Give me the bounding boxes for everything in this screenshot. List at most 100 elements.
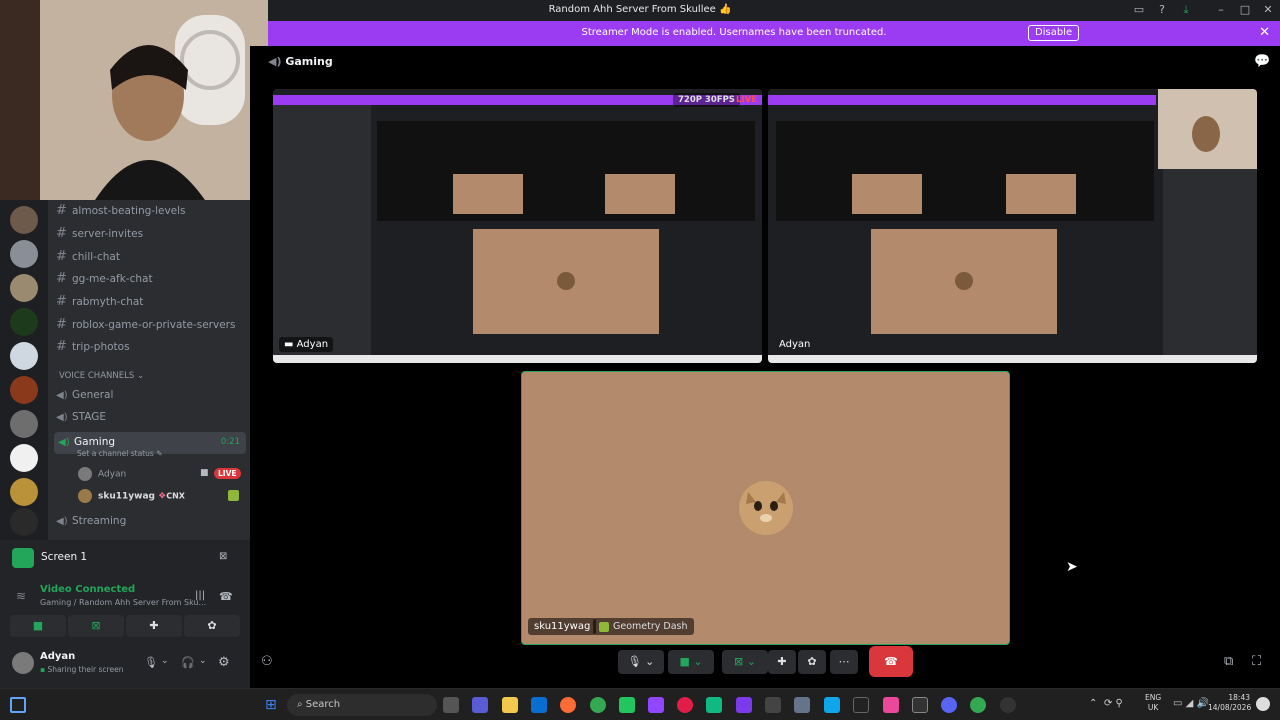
app-icon[interactable] [794,697,810,713]
server-icon[interactable] [10,508,38,536]
chat-icon[interactable]: 💬 [1254,54,1270,69]
inbox-icon[interactable]: ▭ [1130,2,1148,18]
app-icon[interactable] [706,697,722,713]
chrome-icon[interactable] [590,697,606,713]
task-view-icon[interactable] [443,697,459,713]
channel-trip-photos[interactable]: # trip-photos [56,339,130,359]
channel-gg-me-afk-chat[interactable]: # gg-me-afk-chat [56,271,153,291]
app-icon[interactable] [912,697,928,713]
chevron-down-icon: ⌄ [136,371,145,381]
app-icon[interactable] [765,697,781,713]
voice-member-sku11ywag[interactable]: sku11ywag ❖CNX [78,489,185,503]
server-icon[interactable] [10,206,38,234]
chrome-icon[interactable] [970,697,986,713]
channel-status-prompt[interactable]: Set a channel status ✎ [77,449,162,458]
server-icon[interactable] [10,308,38,336]
soundboard-icon: ✿ [807,655,817,668]
activities-button[interactable]: ✚ [126,615,182,637]
firefox-icon[interactable] [560,697,576,713]
channel-rabmyth-chat[interactable]: # rabmyth-chat [56,294,143,314]
stop-share-icon[interactable]: ⊠ [219,551,227,562]
server-icon[interactable] [10,478,38,506]
maximize-icon[interactable]: □ [1236,2,1254,18]
language-indicator[interactable]: ENG UK [1145,693,1161,713]
app-icon[interactable] [1000,697,1016,713]
help-icon[interactable]: ? [1153,2,1171,18]
windows-taskbar: ⊞ ⌕ Search ⌃ ⟳ ⚲ ENG UK ▭ ◢ 🔊 18:43 14/08/… [0,688,1280,720]
chevron-down-icon[interactable]: ⌄ [161,656,169,666]
app-icon[interactable] [619,697,635,713]
server-icon[interactable] [10,376,38,404]
windows-start-icon[interactable]: ⊞ [265,697,277,713]
app-icon[interactable] [824,697,840,713]
user-status: ▪ Sharing their screen [40,665,124,674]
voice-channel-streaming[interactable]: ◀) Streaming [56,515,126,527]
channel-chill-chat[interactable]: # chill-chat [56,249,120,269]
file-explorer-icon[interactable] [502,697,518,713]
more-control[interactable]: ⋯ [830,650,858,674]
tray-chevron-icon[interactable]: ⌃ [1089,698,1097,709]
app-icon[interactable] [853,697,869,713]
banner-message: Streamer Mode is enabled. Usernames have… [581,27,887,38]
taskbar-search[interactable]: ⌕ Search [287,694,437,716]
more-icon: ⋯ [838,655,850,668]
screen-share-control[interactable]: ⊠ ⌄ [722,650,768,674]
voice-member-adyan[interactable]: Adyan [78,467,126,481]
voice-channel-general[interactable]: ◀) General [56,389,113,401]
connection-location[interactable]: Gaming / Random Ahh Server From Sku... [40,598,206,607]
widgets-icon[interactable] [10,697,26,713]
teams-icon[interactable] [472,697,488,713]
store-icon[interactable] [531,697,547,713]
close-window-icon[interactable]: ✕ [1259,2,1277,18]
voice-channel-stage[interactable]: ◀) STAGE [56,411,106,423]
gear-icon[interactable]: ⚙ [218,655,230,670]
noise-icon[interactable]: ||| [195,590,205,601]
user-panel: Screen 1 ⊠ ≋ Video Connected Gaming / Ra… [0,540,250,688]
camera-control[interactable]: ■ ⌄ [668,650,714,674]
disable-button[interactable]: Disable [1028,25,1080,41]
mic-icon[interactable]: 🎙 [144,656,158,669]
server-icon[interactable] [10,240,38,268]
discord-icon[interactable] [941,697,957,713]
channel-roblox-game-or-private-servers[interactable]: # roblox-game-or-private-servers [56,317,235,337]
app-icon[interactable] [736,697,752,713]
tray-icons[interactable]: ⟳ ⚲ [1104,698,1123,709]
soundboard-control[interactable]: ✿ [798,650,826,674]
camera-icon: ■ ⌄ [679,655,703,668]
server-icon[interactable] [10,342,38,370]
headphones-icon[interactable]: 🎧 [181,656,195,669]
mic-control[interactable]: 🎙 ⌄ [618,650,664,674]
avatar [78,489,92,503]
server-icon[interactable] [10,274,38,302]
stream-tile-2[interactable]: Adyan [768,89,1257,363]
voice-channels-header[interactable]: VOICE CHANNELS ⌄ [59,371,144,381]
popout-icon[interactable]: ⧉ [1224,654,1233,669]
channel-server-invites[interactable]: # server-invites [56,226,143,246]
camera-button[interactable]: ■ [10,615,66,637]
chevron-down-icon[interactable]: ⌄ [199,656,207,666]
invite-people-icon[interactable]: ⚇ [261,654,273,669]
server-icon[interactable] [10,444,38,472]
channel-almost-beating-levels[interactable]: # almost-beating-levels [56,203,186,223]
channel-header: ◀) Gaming [268,55,333,68]
network-volume-icons[interactable]: ▭ ◢ 🔊 [1173,698,1209,709]
main-participant-tile[interactable]: sku11ywag Geometry Dash [521,371,1010,645]
avatar[interactable] [12,652,34,674]
share-screen-button[interactable]: ⊠ [68,615,124,637]
app-icon[interactable] [883,697,899,713]
activities-control[interactable]: ✚ [768,650,796,674]
voice-stage: ◀) Gaming 💬 720P 30FPS LIVE ▬ Adyan Adya… [250,46,1280,688]
minimize-icon[interactable]: – [1212,2,1230,18]
disconnect-button[interactable]: ☎ [869,646,913,677]
soundboard-button[interactable]: ✿ [184,615,240,637]
stream-tile-1[interactable]: 720P 30FPS LIVE ▬ Adyan [273,89,762,363]
opera-icon[interactable] [677,697,693,713]
banner-close-icon[interactable]: ✕ [1259,25,1270,40]
notification-icon[interactable] [1256,697,1270,711]
server-icon[interactable] [10,410,38,438]
download-icon[interactable]: ⤓ [1177,2,1195,18]
clock[interactable]: 18:43 14/08/2026 [1208,693,1251,713]
twitch-icon[interactable] [648,697,664,713]
disconnect-icon[interactable]: ☎ [219,590,233,603]
fullscreen-icon[interactable]: ⛶ [1252,654,1261,669]
